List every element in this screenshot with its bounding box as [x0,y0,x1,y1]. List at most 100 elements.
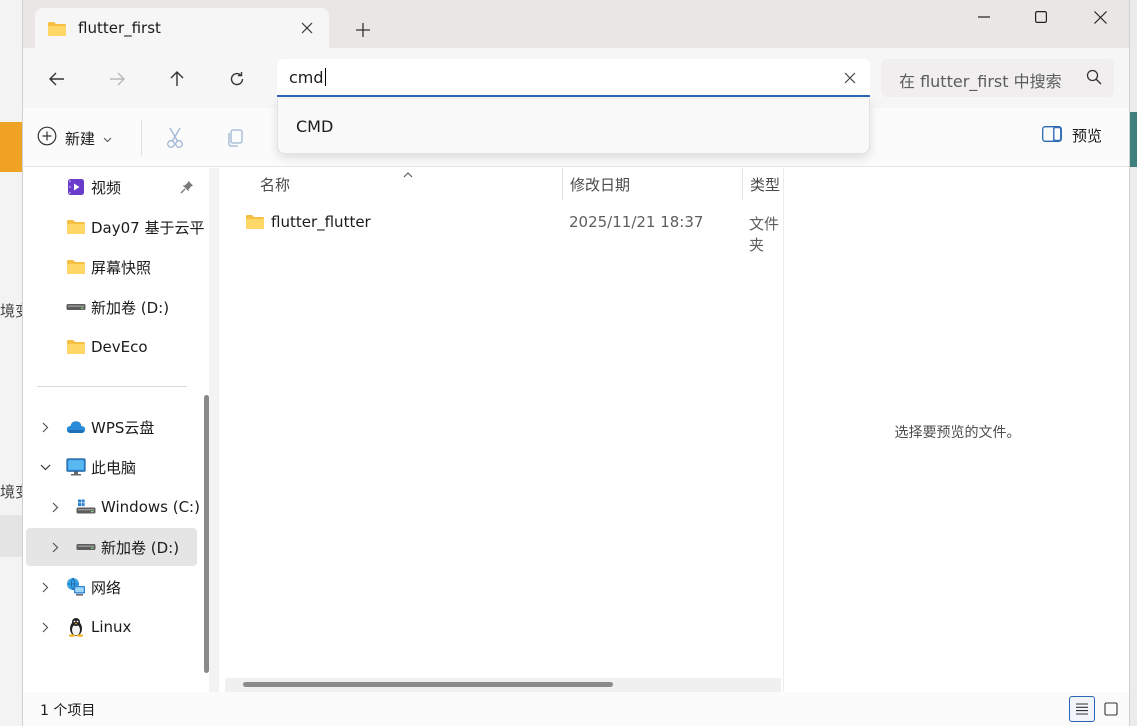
background-app-accent [0,122,24,172]
chevron-right-icon[interactable] [38,620,52,634]
nav-item-drive-d-quick[interactable]: 新加卷 (D:) [23,288,199,326]
windows-drive-icon [76,497,96,517]
preview-toggle-button[interactable]: 预览 [1042,125,1102,146]
search-placeholder: 在 flutter_first 中搜索 [899,72,1062,91]
file-row[interactable]: flutter_flutter 2025/11/21 18:37 文件夹 [229,208,783,254]
tab-flutter-first[interactable]: flutter_first [35,8,329,48]
background-app-right-accent [1129,112,1137,167]
chevron-down-icon[interactable] [38,460,52,474]
new-button[interactable]: 新建 [37,122,112,154]
tab-title: flutter_first [78,19,161,37]
new-tab-button[interactable] [348,16,378,44]
folder-icon [47,21,67,41]
back-button[interactable] [41,63,73,95]
preview-empty-message: 选择要预览的文件。 [894,425,1021,441]
chevron-right-icon[interactable] [48,500,62,514]
refresh-button[interactable] [221,63,253,95]
pin-icon[interactable] [177,177,197,197]
nav-item-label: 此电脑 [91,458,137,477]
chevron-right-icon[interactable] [38,580,52,594]
file-modified: 2025/11/21 18:37 [569,213,704,231]
maximize-button[interactable] [1012,0,1070,34]
background-app-text: 境变 [0,302,24,320]
address-suggestions: CMD [277,99,870,154]
computer-icon [66,457,86,477]
navigation-pane: 视频 Day07 基于云平 屏幕快照 新加卷 (D:) DevEco WPS云盘… [23,168,209,692]
nav-item-day07[interactable]: Day07 基于云平 [23,208,204,246]
chevron-right-icon[interactable] [48,540,62,554]
column-header-modified[interactable]: 修改日期 [570,168,630,200]
background-app-text: 境变 [0,483,24,501]
video-folder-icon [66,177,86,197]
status-bar: 1 个项目 [23,692,1129,726]
sort-ascending-icon [403,168,413,182]
nav-item-label: 网络 [91,578,122,597]
nav-item-videos[interactable]: 视频 [23,168,199,206]
tab-close-icon[interactable] [295,16,319,40]
new-button-label: 新建 [65,129,96,148]
copy-button[interactable] [222,125,248,151]
file-explorer-window: flutter_first cmd 在 flutter_first 中搜索 新建… [22,0,1130,726]
search-input[interactable]: 在 flutter_first 中搜索 [881,59,1114,97]
up-button[interactable] [161,63,193,95]
nav-item-deveco[interactable]: DevEco [23,328,199,366]
cloud-icon [66,417,86,437]
nav-item-label: 视频 [91,178,122,197]
nav-divider [37,386,187,387]
column-header-type[interactable]: 类型 [750,168,780,200]
nav-item-label: DevEco [91,338,148,356]
nav-item-label: Day07 基于云平 [91,218,205,237]
drive-icon [76,537,96,557]
nav-item-label: 屏幕快照 [91,258,152,277]
preview-label: 预览 [1071,127,1102,145]
item-count: 1 个项目 [40,703,96,719]
folder-icon [66,257,86,277]
file-name: flutter_flutter [271,213,371,231]
nav-item-linux[interactable]: Linux [23,608,199,646]
toolbar-divider [141,120,142,156]
search-icon [1086,69,1102,89]
title-bar: flutter_first [23,0,1129,48]
folder-icon [245,214,265,234]
nav-item-label: 新加卷 (D:) [91,298,170,317]
nav-item-screenshots[interactable]: 屏幕快照 [23,248,199,286]
column-header-name[interactable]: 名称 [260,168,290,200]
nav-item-label: WPS云盘 [91,418,155,437]
address-value: cmd [289,68,324,87]
network-icon [66,577,86,597]
forward-button[interactable] [101,63,133,95]
background-app-right [1129,0,1137,726]
tiles-view-button[interactable] [1098,696,1124,722]
details-view-button[interactable] [1069,696,1095,722]
nav-item-this-pc[interactable]: 此电脑 [23,448,199,486]
nav-item-network[interactable]: 网络 [23,568,199,606]
nav-item-label: 新加卷 (D:) [101,538,180,557]
add-circle-icon [37,126,57,150]
file-list: 名称 修改日期 类型 flutter_flutter 2025/11/21 18… [219,168,783,692]
cut-button[interactable] [162,125,188,151]
background-app [0,0,24,726]
background-app-strip [0,515,24,557]
file-type: 文件夹 [749,215,780,254]
drive-icon [66,297,86,317]
nav-item-drive-d[interactable]: 新加卷 (D:) [26,528,197,566]
chevron-down-icon [103,129,112,147]
linux-icon [66,617,86,637]
preview-pane-icon [1042,125,1062,146]
address-input[interactable]: cmd [277,59,870,97]
nav-item-drive-c[interactable]: Windows (C:) [23,488,200,526]
horizontal-scrollbar-thumb[interactable] [243,682,613,687]
suggestion-item-cmd[interactable]: CMD [296,117,333,136]
clear-address-icon[interactable] [840,68,860,88]
chevron-right-icon[interactable] [38,420,52,434]
text-caret [324,68,326,86]
pane-splitter[interactable] [209,168,219,692]
minimize-button[interactable] [955,0,1013,34]
column-divider[interactable] [742,168,743,200]
folder-icon [66,337,86,357]
nav-item-label: Windows (C:) [101,498,200,516]
nav-item-label: Linux [91,618,132,636]
column-divider[interactable] [562,168,563,200]
close-window-button[interactable] [1071,0,1129,34]
nav-item-wps-cloud[interactable]: WPS云盘 [23,408,199,446]
